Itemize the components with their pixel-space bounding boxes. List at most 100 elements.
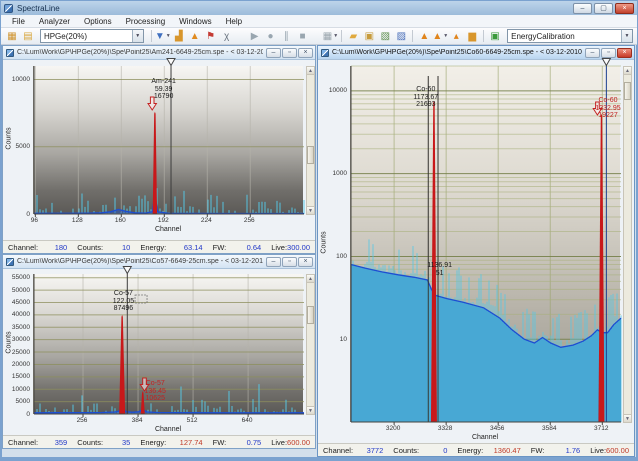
application-window: SpectraLine – ▢ × FileAnalyzerOptionsPro… bbox=[0, 0, 638, 461]
status-fw-value: 0.75 bbox=[247, 438, 262, 447]
scroll-up-icon[interactable]: ▲ bbox=[307, 275, 314, 283]
acquisition-grid-icon[interactable]: ▦▼ bbox=[322, 29, 338, 44]
spectrum-plot[interactable]: Co-57 122.05 87496Co-57 136.45 10625 bbox=[33, 274, 303, 414]
status-channel-label: Channel: bbox=[8, 438, 38, 447]
status-channel-label: Channel: bbox=[323, 446, 353, 455]
x-axis-tick-label: 3200 bbox=[373, 425, 413, 432]
scroll-up-icon[interactable]: ▲ bbox=[624, 67, 631, 75]
y-axis-tick-label: 45000 bbox=[4, 299, 30, 306]
peak-search-icon[interactable]: ▲ bbox=[187, 29, 203, 44]
record-icon[interactable]: ● bbox=[263, 29, 279, 44]
toolbar-separator bbox=[341, 30, 342, 42]
funnel-icon[interactable]: ▼▼ bbox=[155, 29, 171, 44]
detector-select[interactable]: HPGe(20%)▼ bbox=[40, 29, 144, 43]
save-icon[interactable]: ▣ bbox=[361, 29, 377, 44]
app-close-button[interactable]: × bbox=[615, 3, 634, 14]
stop-icon[interactable]: ■ bbox=[295, 29, 311, 44]
menu-bar: FileAnalyzerOptionsProcessingWindowsHelp bbox=[1, 15, 637, 28]
cascade-windows-icon[interactable]: ▦ bbox=[4, 29, 20, 44]
y-axis-tick-label: 15000 bbox=[4, 373, 30, 380]
chevron-down-icon[interactable]: ▼ bbox=[132, 30, 143, 42]
calibration-select[interactable]: EnergyCalibration▼ bbox=[507, 29, 633, 43]
scrollbar-thumb[interactable] bbox=[624, 82, 631, 100]
child-minimize-button[interactable]: – bbox=[266, 48, 281, 58]
chevron-down-icon[interactable]: ▼ bbox=[621, 30, 632, 42]
peak-fit-icon[interactable]: ▴ bbox=[448, 29, 464, 44]
export-image-icon[interactable]: ▧ bbox=[377, 29, 393, 44]
status-channel-value: 3772 bbox=[367, 446, 384, 455]
child-minimize-button[interactable]: – bbox=[585, 48, 600, 58]
play-icon[interactable]: ▶ bbox=[247, 29, 263, 44]
y-axis-tick-label: 10 bbox=[321, 336, 347, 343]
peak-roi-icon[interactable]: ▲ bbox=[416, 29, 432, 44]
peak-label: Co-60 1173.67 21693 bbox=[413, 86, 438, 109]
child-close-button[interactable]: × bbox=[298, 257, 313, 267]
child-titlebar[interactable]: C:\Lum\Work\GP\HPGe(20%)\Spe\Point25\Co6… bbox=[318, 46, 634, 60]
status-live-value: 600.00 bbox=[606, 446, 629, 455]
calibration-icon[interactable]: ▣ bbox=[487, 29, 503, 44]
chevron-down-icon: ▼ bbox=[333, 29, 338, 44]
scroll-down-icon[interactable]: ▼ bbox=[624, 414, 631, 422]
spectrum-plot[interactable]: Co-60 1173.67 21693Co-60 1332.95 1922711… bbox=[350, 66, 620, 422]
peak-double-icon[interactable]: ▲▼ bbox=[432, 29, 448, 44]
y-axis-label: Counts bbox=[321, 213, 328, 273]
status-live-value: 300.00 bbox=[287, 243, 310, 252]
status-energy-label: Energy: bbox=[140, 243, 166, 252]
plot-vertical-scrollbar[interactable]: ▲▼ bbox=[306, 274, 315, 415]
child-close-button[interactable]: × bbox=[617, 48, 632, 58]
child-restore-button[interactable]: ▫ bbox=[601, 48, 616, 58]
app-titlebar[interactable]: SpectraLine – ▢ × bbox=[1, 1, 637, 15]
x-axis-tick-label: 128 bbox=[57, 217, 97, 224]
x-axis-tick-label: 3456 bbox=[477, 425, 517, 432]
copy-image-icon[interactable]: ▨ bbox=[393, 29, 409, 44]
menu-item-options[interactable]: Options bbox=[77, 16, 119, 27]
x-axis-tick-label: 384 bbox=[117, 417, 157, 424]
toolbar: ▦▤HPGe(20%)▼▼▼▟▲⚑χ▶●∥■▦▼▰▣▧▨▲▲▼▴▆▣Energy… bbox=[1, 28, 637, 45]
y-axis-label: Counts bbox=[6, 109, 13, 169]
toolbar-separator bbox=[483, 30, 484, 42]
datasheet-icon[interactable]: ▤ bbox=[20, 29, 36, 44]
menu-item-help[interactable]: Help bbox=[219, 16, 249, 27]
child-close-button[interactable]: × bbox=[298, 48, 313, 58]
child-titlebar[interactable]: C:\Lum\Work\GP\HPGe(20%)\Spe\Point25\Am2… bbox=[3, 46, 315, 60]
menu-item-file[interactable]: File bbox=[5, 16, 32, 27]
scrollbar-thumb[interactable] bbox=[307, 146, 314, 164]
histogram-icon[interactable]: ▟ bbox=[171, 29, 187, 44]
child-minimize-button[interactable]: – bbox=[266, 257, 281, 267]
peak-area-icon[interactable]: ▆ bbox=[464, 29, 480, 44]
child-titlebar[interactable]: C:\Lum\Work\GP\HPGe(20%)\Spe\Point25\Co5… bbox=[3, 255, 315, 269]
x-axis-tick-label: 3584 bbox=[529, 425, 569, 432]
spectrum-plot[interactable]: Am-241 59.39 16790 bbox=[33, 66, 303, 214]
plot-vertical-scrollbar[interactable]: ▲▼ bbox=[623, 66, 632, 423]
fit-icon[interactable]: χ bbox=[219, 29, 235, 44]
child-title: C:\Lum\Work\GP\HPGe(20%)\Spe\Point25\Co5… bbox=[17, 258, 263, 265]
scroll-up-icon[interactable]: ▲ bbox=[307, 67, 314, 75]
toolbar-separator bbox=[412, 30, 413, 42]
spectrum-window-co60: C:\Lum\Work\GP\HPGe(20%)\Spe\Point25\Co6… bbox=[317, 45, 635, 457]
scrollbar-thumb[interactable] bbox=[307, 306, 314, 324]
menu-item-analyzer[interactable]: Analyzer bbox=[32, 16, 77, 27]
peak-label: Co-57 122.05 87496 bbox=[113, 290, 134, 313]
child-restore-button[interactable]: ▫ bbox=[282, 257, 297, 267]
status-bar: Channel:180 Counts:10 Energy:63.14 FW:0.… bbox=[3, 240, 315, 253]
menu-item-windows[interactable]: Windows bbox=[172, 16, 218, 27]
status-counts-value: 0 bbox=[443, 446, 447, 455]
scroll-down-icon[interactable]: ▼ bbox=[307, 406, 314, 414]
scroll-down-icon[interactable]: ▼ bbox=[307, 206, 314, 214]
status-fw-label: FW: bbox=[213, 438, 227, 447]
child-restore-button[interactable]: ▫ bbox=[282, 48, 297, 58]
status-counts-label: Counts: bbox=[393, 446, 419, 455]
menu-item-processing[interactable]: Processing bbox=[119, 16, 173, 27]
spectrum-file-icon bbox=[6, 258, 14, 266]
peak-label: Co-60 1332.95 19227 bbox=[595, 97, 620, 120]
open-folder-icon[interactable]: ▰ bbox=[345, 29, 361, 44]
marker-flag-icon[interactable]: ⚑ bbox=[203, 29, 219, 44]
app-minimize-button[interactable]: – bbox=[573, 3, 592, 14]
pause-icon[interactable]: ∥ bbox=[279, 29, 295, 44]
spectrum-file-icon bbox=[321, 49, 329, 57]
status-energy-value: 63.14 bbox=[184, 243, 203, 252]
detector-select-value: HPGe(20%) bbox=[41, 32, 132, 41]
status-bar: Channel:359 Counts:35 Energy:127.74 FW:0… bbox=[3, 435, 315, 448]
plot-vertical-scrollbar[interactable]: ▲▼ bbox=[306, 66, 315, 215]
app-maximize-button[interactable]: ▢ bbox=[594, 3, 613, 14]
